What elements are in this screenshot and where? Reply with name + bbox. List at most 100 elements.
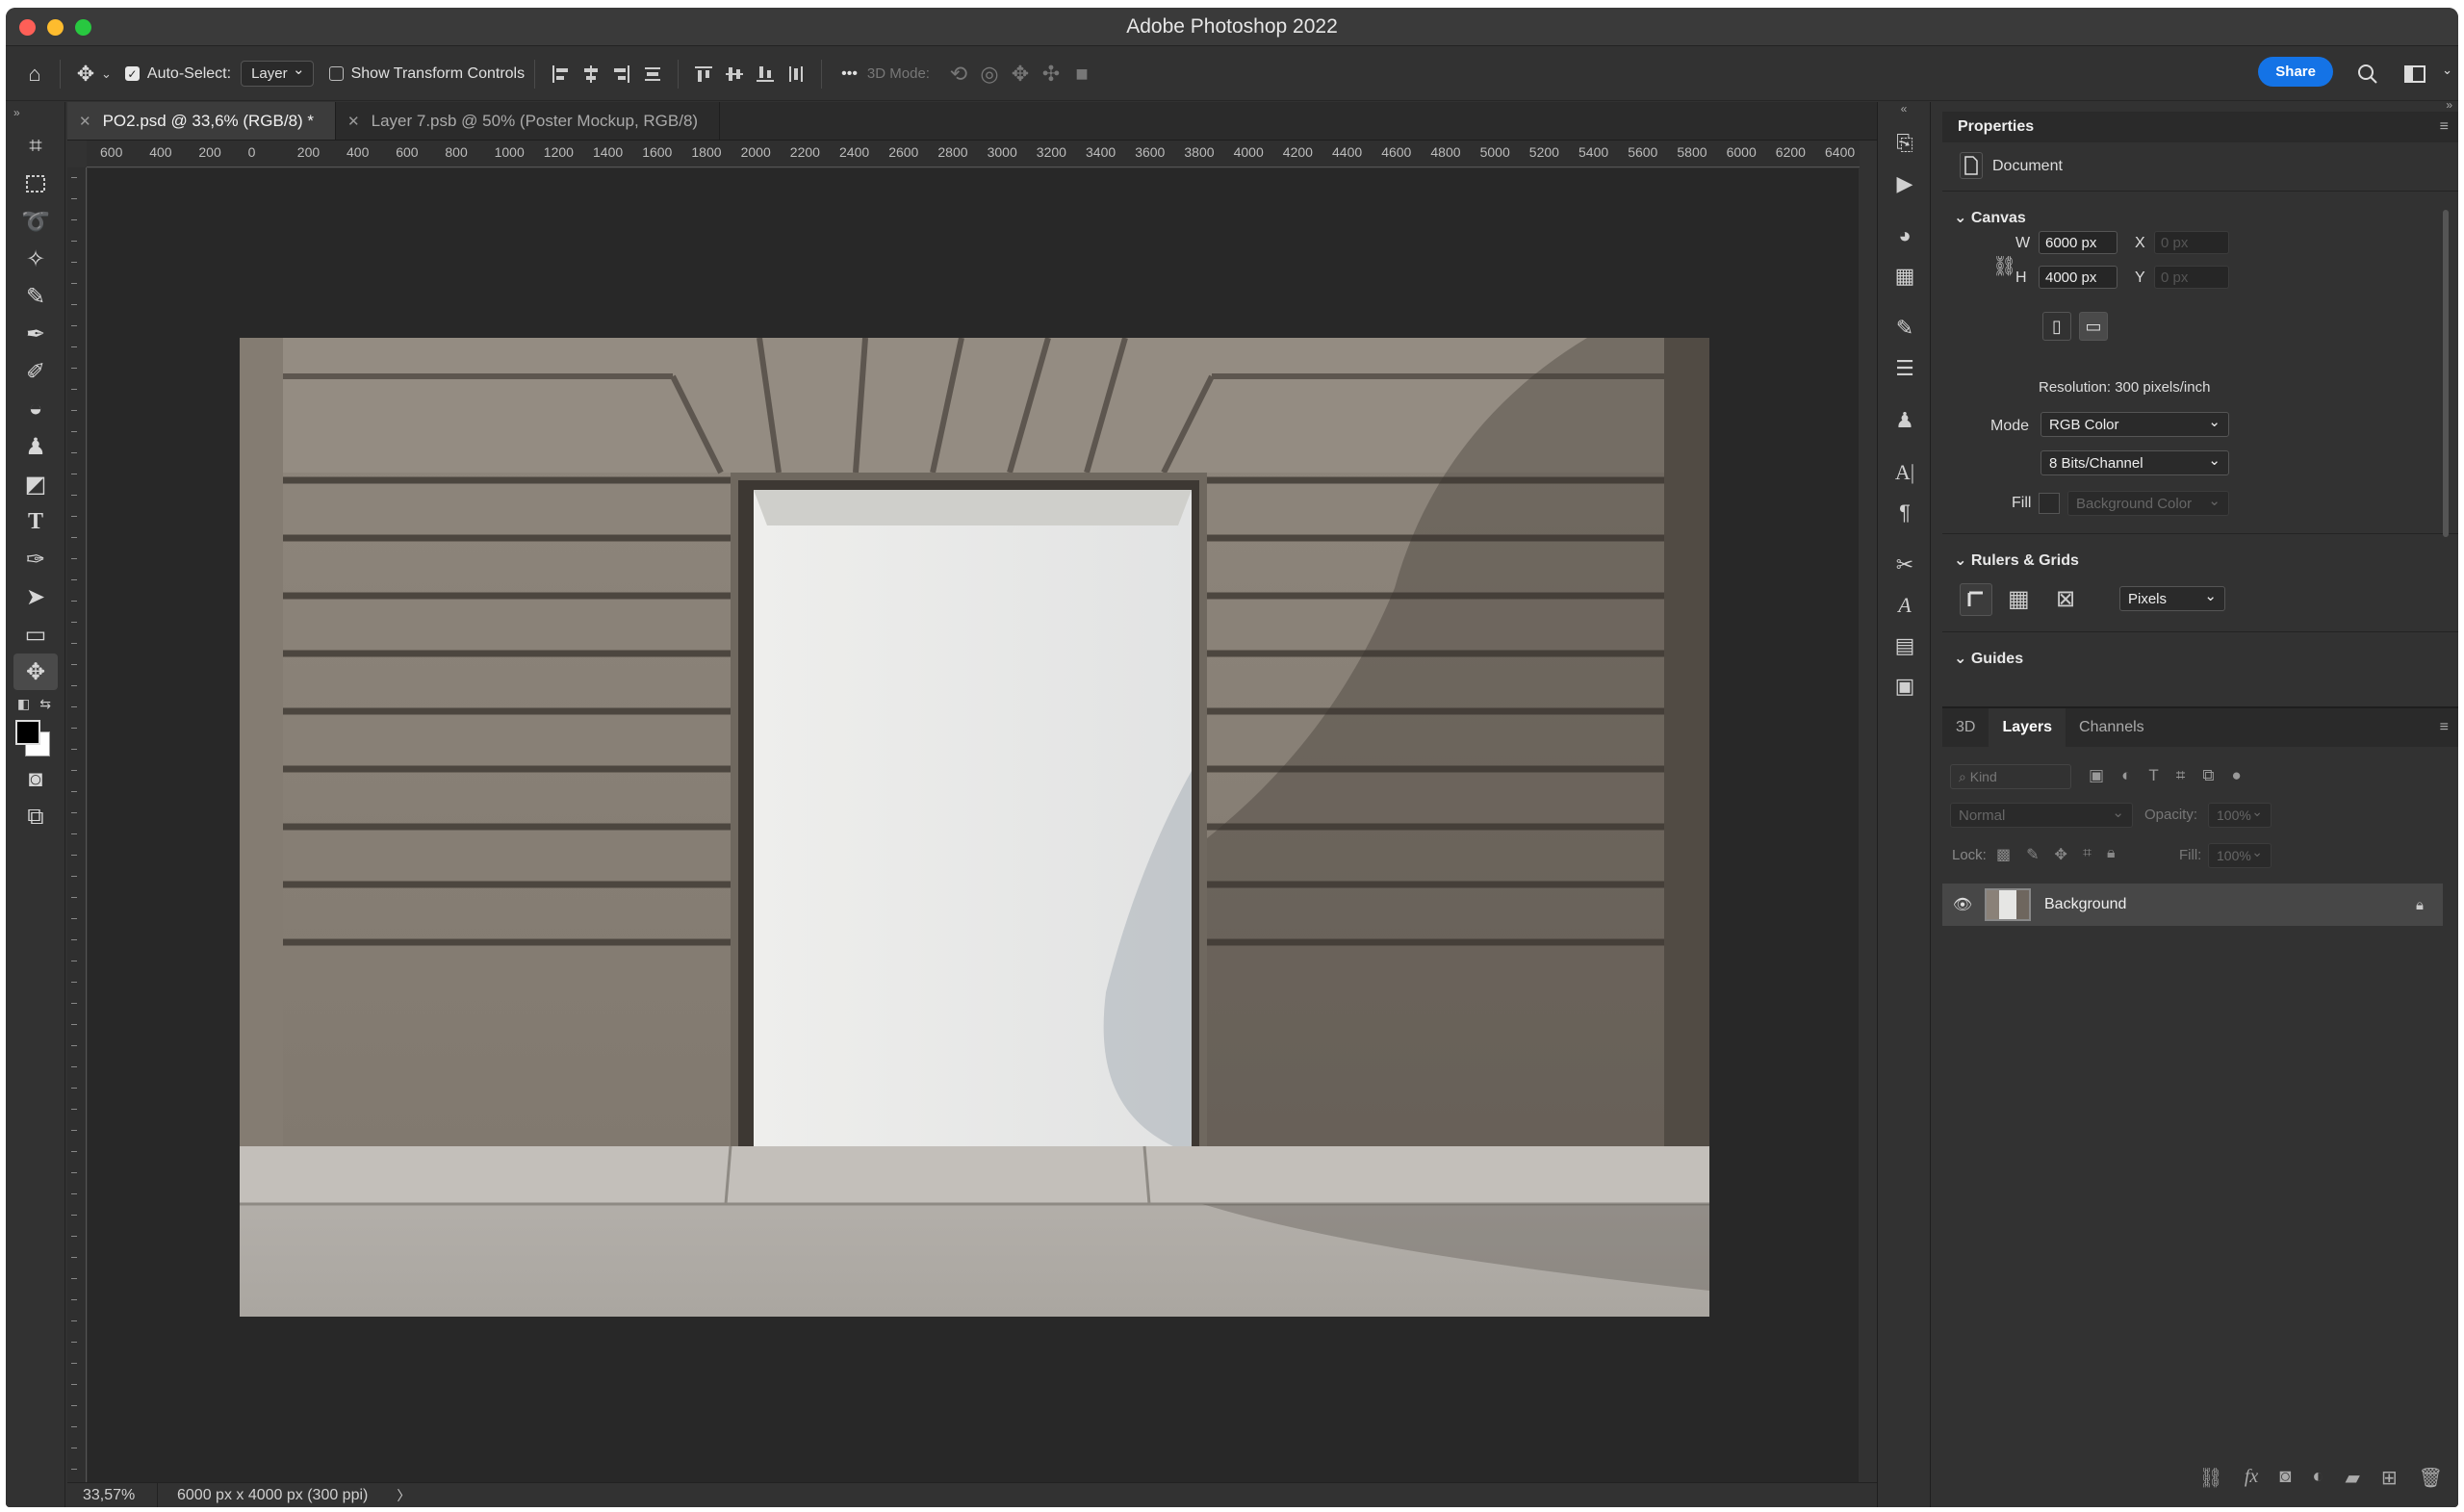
screen-mode-icon[interactable]: ⧉	[13, 799, 58, 835]
filter-smart-object-icon[interactable]: ⧉	[2202, 766, 2214, 785]
align-bottom-icon[interactable]	[750, 59, 781, 90]
rulers-toggle-icon[interactable]	[1960, 583, 1992, 616]
more-options-button[interactable]: •••	[841, 65, 858, 83]
filter-type-icon[interactable]: T	[2148, 766, 2158, 785]
guides-section-header[interactable]: ⌄ Guides	[1954, 649, 2023, 668]
fill-color-swatch[interactable]	[2039, 493, 2060, 514]
color-swatches[interactable]	[6, 716, 64, 760]
pan-3d-icon[interactable]: ✥	[1005, 59, 1036, 90]
quick-mask-icon[interactable]: ◙	[13, 761, 58, 798]
doc-tab-layer7[interactable]: ✕ Layer 7.psb @ 50% (Poster Mockup, RGB/…	[336, 102, 721, 140]
chevron-down-icon[interactable]: ⌄	[2442, 63, 2452, 78]
lock-icon[interactable]: 🔒︎	[2416, 897, 2424, 913]
marquee-tool-icon[interactable]	[13, 166, 58, 202]
vertical-ruler[interactable]	[67, 167, 87, 1482]
grid-toggle-icon[interactable]: ▦	[2008, 585, 2030, 613]
delete-layer-icon[interactable]: 🗑︎	[2419, 1466, 2443, 1490]
close-window-button[interactable]	[19, 19, 36, 36]
fill-dropdown[interactable]: Background Color	[2067, 491, 2229, 516]
brush-settings-icon[interactable]: ✎	[1878, 308, 1932, 348]
lock-all-icon[interactable]: 🔒︎	[2107, 845, 2116, 864]
move-tool-preset-icon[interactable]: ✥	[70, 59, 101, 90]
brush-tool-icon[interactable]: ✎	[13, 278, 58, 315]
crop-tool-icon[interactable]: ⌗	[13, 128, 58, 165]
auto-select-dropdown[interactable]: Layer	[241, 61, 314, 87]
share-button[interactable]: Share	[2258, 57, 2333, 87]
y-field[interactable]: 0 px	[2154, 266, 2229, 289]
tab-3d[interactable]: 3D	[1942, 708, 1989, 747]
rectangle-tool-icon[interactable]: ▭	[13, 616, 58, 653]
link-layers-icon[interactable]: ⛓	[2198, 1466, 2222, 1490]
new-layer-icon[interactable]: ⊞	[2381, 1466, 2398, 1490]
path-selection-tool-icon[interactable]: ➤	[13, 578, 58, 615]
search-icon[interactable]	[2352, 59, 2383, 90]
magic-wand-tool-icon[interactable]: ✧	[13, 241, 58, 277]
properties-scrollbar[interactable]	[2443, 210, 2449, 537]
eye-visibility-icon[interactable]: 👁︎	[1948, 895, 1977, 914]
canvas-area[interactable]	[88, 168, 1859, 1482]
minimize-window-button[interactable]	[47, 19, 64, 36]
color-mode-dropdown[interactable]: RGB Color	[2040, 412, 2229, 437]
status-menu-arrow[interactable]: 〉	[397, 1486, 410, 1505]
move-tool-icon[interactable]: ✥	[13, 653, 58, 690]
collapse-panels-icon[interactable]: »	[2446, 98, 2452, 112]
opacity-field[interactable]: 100%	[2208, 803, 2272, 828]
actions-play-icon[interactable]: ▶	[1878, 164, 1932, 204]
filter-shape-icon[interactable]: ⌗	[2176, 766, 2186, 785]
document-info[interactable]: 6000 px x 4000 px (300 ppi)	[158, 1487, 368, 1504]
guides-toggle-icon[interactable]: ⊠	[2056, 585, 2075, 613]
eyedropper-tool-icon[interactable]: ✒	[13, 316, 58, 352]
align-left-icon[interactable]	[545, 59, 576, 90]
close-tab-icon[interactable]: ✕	[79, 113, 91, 130]
blend-mode-dropdown[interactable]: Normal	[1950, 803, 2133, 828]
pen-tool-icon[interactable]: ✑	[13, 541, 58, 577]
align-center-h-icon[interactable]	[576, 59, 606, 90]
width-field[interactable]: 6000 px	[2039, 231, 2118, 254]
distribute-icon[interactable]	[637, 59, 668, 90]
close-tab-icon[interactable]: ✕	[347, 113, 360, 130]
libraries-icon[interactable]: ▣	[1878, 666, 1932, 706]
doc-tab-po2[interactable]: ✕ PO2.psd @ 33,6% (RGB/8) *	[67, 102, 337, 140]
tab-channels[interactable]: Channels	[2066, 708, 2158, 747]
horizontal-ruler[interactable]: 600 400 200 0 200 400 600 800 1000 1200 1400 1600 18…	[87, 141, 1860, 167]
stamp-tool-icon[interactable]: ♟	[13, 428, 58, 465]
roll-3d-icon[interactable]: ◎	[974, 59, 1005, 90]
align-top-icon[interactable]	[688, 59, 719, 90]
swatches-icon[interactable]: ▦	[1878, 256, 1932, 296]
auto-select-checkbox[interactable]: ✓	[124, 66, 140, 81]
healing-brush-tool-icon[interactable]: ✐	[13, 353, 58, 390]
adjustments-icon[interactable]: ☰	[1878, 348, 1932, 389]
align-right-icon[interactable]	[606, 59, 637, 90]
swap-colors-icon[interactable]: ⇆	[39, 696, 51, 712]
x-field[interactable]: 0 px	[2154, 231, 2229, 254]
camera-3d-icon[interactable]: ■	[1066, 59, 1097, 90]
blur-tool-icon[interactable]: ◒	[13, 391, 58, 427]
chevron-down-icon[interactable]: ⌄	[101, 66, 112, 82]
glyphs-icon[interactable]: A	[1878, 585, 1932, 626]
collapse-icon[interactable]: «	[1878, 102, 1930, 123]
foreground-color-swatch[interactable]	[15, 720, 40, 745]
filter-toggle-icon[interactable]: ●	[2231, 766, 2241, 785]
paragraph-icon[interactable]: ¶	[1878, 493, 1932, 533]
document-canvas-image[interactable]	[240, 338, 1709, 1317]
lock-image-icon[interactable]: ✎	[2026, 845, 2039, 864]
ruler-units-dropdown[interactable]: Pixels	[2119, 586, 2225, 611]
panel-menu-icon[interactable]: ≡	[2440, 118, 2449, 136]
link-dimensions-icon[interactable]: ⛓	[1992, 254, 2016, 278]
lasso-tool-icon[interactable]: ➰	[13, 203, 58, 240]
fill-field[interactable]: 100%	[2208, 843, 2272, 868]
color-icon[interactable]: ◕	[1878, 216, 1932, 256]
adjustment-layer-icon[interactable]: ◐	[2312, 1466, 2323, 1490]
layer-filter-kind[interactable]: ⌕ Kind	[1950, 764, 2071, 789]
portrait-orientation-icon[interactable]: ▯	[2042, 312, 2071, 341]
clone-source-icon[interactable]: ♟	[1878, 400, 1932, 441]
lock-artboard-icon[interactable]: ⌗	[2083, 845, 2092, 864]
tab-layers[interactable]: Layers	[1989, 708, 2066, 747]
home-icon[interactable]: ⌂	[19, 59, 50, 90]
zoom-level[interactable]: 33,57%	[67, 1483, 158, 1507]
distribute-v-icon[interactable]	[781, 59, 811, 90]
lock-transparent-icon[interactable]: ▩	[1996, 845, 2011, 864]
lock-position-icon[interactable]: ✥	[2055, 845, 2067, 864]
slide-3d-icon[interactable]: ✣	[1036, 59, 1066, 90]
eraser-tool-icon[interactable]: ◩	[13, 466, 58, 502]
